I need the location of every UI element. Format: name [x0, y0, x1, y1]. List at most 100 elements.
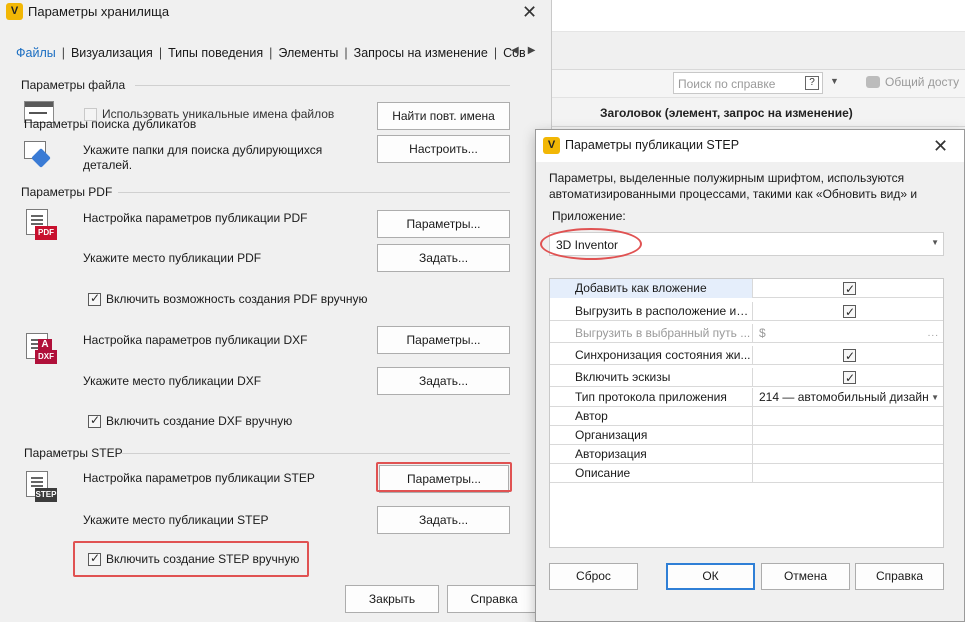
step-document-icon: STEP — [26, 471, 57, 502]
property-name: Синхронизация состояния жи... — [550, 346, 753, 365]
tab-change-orders[interactable]: Запросы на изменение — [354, 46, 488, 60]
protocol-select-value: 214 — автомобильный дизайн — [759, 390, 929, 404]
property-value[interactable] — [754, 302, 943, 321]
property-name: Выгрузить в выбранный путь ... — [550, 324, 753, 343]
section-divider — [135, 85, 510, 86]
pdf-document-icon: PDF — [26, 209, 57, 240]
property-value: $... — [754, 324, 943, 343]
pdf-params-button[interactable]: Параметры... — [377, 210, 510, 238]
grid-column-title[interactable]: Заголовок (элемент, запрос на изменение) — [600, 106, 853, 120]
help-button[interactable]: Справка — [855, 563, 944, 590]
help-icon[interactable]: ? — [805, 76, 819, 90]
step-publish-dialog: V Параметры публикации STEP ✕ Параметры,… — [535, 129, 965, 622]
tab-visualization[interactable]: Визуализация — [71, 46, 153, 60]
cancel-button[interactable]: Отмена — [761, 563, 850, 590]
tab-separator: | — [344, 46, 348, 60]
property-row: Выгрузить в выбранный путь ... $... — [550, 324, 943, 343]
property-row[interactable]: Выгрузить в расположение ис... — [550, 302, 943, 321]
author-field[interactable] — [754, 407, 943, 426]
pdf-manual-label: Включить возможность создания PDF вручну… — [106, 292, 368, 306]
tab-separator: | — [269, 46, 273, 60]
step-dialog-title: Параметры публикации STEP — [565, 138, 740, 152]
property-row[interactable]: Автор — [550, 407, 943, 426]
application-label: Приложение: — [552, 209, 626, 223]
reset-button[interactable]: Сброс — [549, 563, 638, 590]
dxf-set-button[interactable]: Задать... — [377, 367, 510, 395]
property-checkbox[interactable] — [843, 303, 856, 321]
grid-header: Заголовок (элемент, запрос на изменение) — [552, 97, 965, 127]
property-row[interactable]: Добавить как вложение — [550, 279, 943, 298]
close-button[interactable]: Закрыть — [345, 585, 439, 613]
tab-scroll-arrows[interactable]: ◀▶ — [511, 45, 544, 56]
property-row[interactable]: Организация — [550, 426, 943, 445]
background-title-bar — [552, 0, 965, 32]
pdf-settings-title: Параметры PDF — [21, 185, 113, 199]
file-settings-title: Параметры файла — [21, 78, 126, 92]
property-row[interactable]: Включить эскизы — [550, 368, 943, 387]
shared-access-icon — [866, 76, 880, 88]
application-highlight — [540, 228, 642, 260]
property-checkbox[interactable] — [843, 369, 856, 387]
tab-separator: | — [158, 46, 163, 60]
help-search-placeholder: Поиск по справке — [678, 77, 776, 91]
pdf-manual-checkbox[interactable] — [88, 291, 101, 306]
tab-items[interactable]: Элементы — [278, 46, 338, 60]
folder-search-icon — [24, 141, 51, 168]
chevron-down-icon: ▼ — [931, 238, 939, 247]
tab-behaviors[interactable]: Типы поведения — [168, 46, 263, 60]
property-name: Описание — [550, 464, 753, 483]
property-name: Автор — [550, 407, 753, 426]
step-properties-grid: Добавить как вложение Выгрузить в распол… — [549, 278, 944, 548]
property-checkbox[interactable] — [843, 347, 856, 365]
dxf-location-label: Укажите место публикации DXF — [83, 374, 262, 388]
dxf-manual-label: Включить создание DXF вручную — [106, 414, 293, 428]
section-divider — [118, 192, 510, 193]
property-value[interactable] — [754, 279, 943, 298]
step-dialog-description: Параметры, выделенные полужирным шрифтом… — [549, 171, 918, 201]
pdf-location-label: Укажите место публикации PDF — [83, 251, 262, 265]
authorization-field[interactable] — [754, 445, 943, 464]
vault-app-icon: V — [543, 137, 560, 154]
property-value[interactable] — [754, 368, 943, 387]
property-row[interactable]: Синхронизация состояния жи... — [550, 346, 943, 365]
dxf-manual-checkbox[interactable] — [88, 413, 101, 428]
pdf-tag: PDF — [35, 226, 57, 240]
step-tag: STEP — [35, 488, 57, 502]
configure-button[interactable]: Настроить... — [377, 135, 510, 163]
close-icon[interactable]: ✕ — [933, 137, 948, 155]
property-name: Авторизация — [550, 445, 753, 464]
description-field[interactable] — [754, 464, 943, 483]
organization-field[interactable] — [754, 426, 943, 445]
pdf-set-button[interactable]: Задать... — [377, 244, 510, 272]
property-row[interactable]: Тип протокола приложения 214 — автомобил… — [550, 388, 943, 407]
chevron-left-icon[interactable]: ◀ — [511, 45, 528, 56]
find-duplicates-button[interactable]: Найти повт. имена — [377, 102, 510, 130]
step-dialog-titlebar: V Параметры публикации STEP ✕ — [536, 130, 964, 162]
tab-files[interactable]: Файлы — [16, 46, 56, 60]
protocol-select[interactable]: 214 — автомобильный дизайн ▼ — [754, 388, 943, 407]
help-button[interactable]: Справка — [447, 585, 541, 613]
ok-button[interactable]: ОК — [666, 563, 755, 590]
dxf-params-button[interactable]: Параметры... — [377, 326, 510, 354]
step-set-button[interactable]: Задать... — [377, 506, 510, 534]
property-name: Выгрузить в расположение ис... — [550, 302, 753, 321]
property-path-value: $ — [759, 326, 766, 340]
background-toolbar: Поиск по справке ? ▼ Общий досту — [552, 32, 965, 94]
property-value[interactable] — [754, 346, 943, 365]
property-checkbox[interactable] — [843, 280, 856, 298]
close-icon[interactable]: ✕ — [522, 3, 537, 21]
property-row[interactable]: Авторизация — [550, 445, 943, 464]
dxf-document-icon: A DXF — [26, 333, 57, 364]
step-settings-title: Параметры STEP — [24, 446, 123, 460]
step-location-label: Укажите место публикации STEP — [83, 513, 269, 527]
chevron-right-icon[interactable]: ▶ — [528, 45, 545, 56]
step-publish-label: Настройка параметров публикации STEP — [83, 471, 315, 485]
help-search-input[interactable]: Поиск по справке ? — [673, 72, 823, 94]
property-row[interactable]: Описание — [550, 464, 943, 483]
tab-separator: | — [61, 46, 65, 60]
duplicate-folders-label: Укажите папки для поиска дублирующихся д… — [83, 143, 323, 172]
dxf-publish-label: Настройка параметров публикации DXF — [83, 333, 308, 347]
property-name: Добавить как вложение — [550, 279, 753, 298]
chevron-down-icon[interactable]: ▼ — [830, 76, 839, 86]
shared-access-button[interactable]: Общий досту — [866, 75, 959, 89]
